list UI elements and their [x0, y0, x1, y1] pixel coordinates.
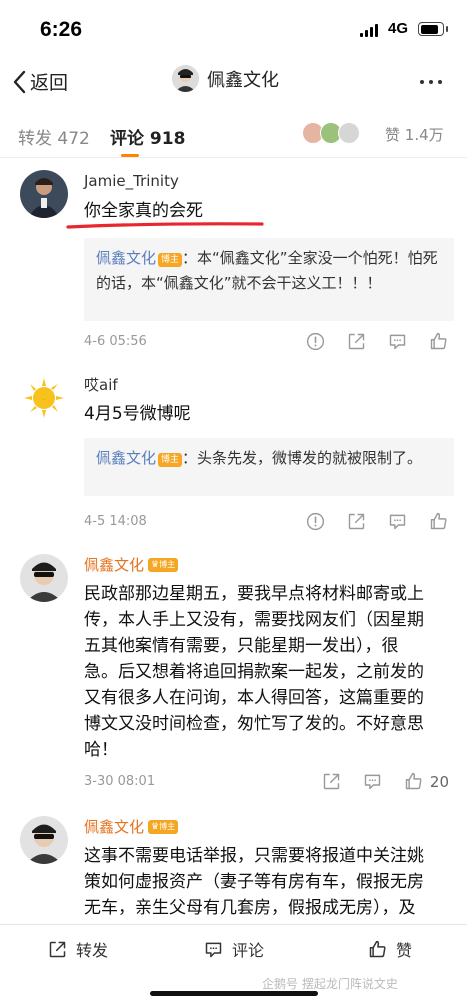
like-icon[interactable] [428, 511, 449, 532]
comment-time: 4-5 14:08 [84, 514, 147, 529]
blogger-badge: 博主 [158, 453, 183, 467]
chevron-left-icon [13, 70, 26, 93]
comment-text-line: 哈！ [84, 740, 118, 760]
comment-item: 佩鑫文化 ♛ 博主 这事不需要电话举报，只需要将报道中关注姚 策如何虚报资产（妻子等… [0, 798, 467, 924]
tab-comment-count: 918 [149, 129, 186, 149]
blogger-reply[interactable]: 佩鑫文化 博主 ：本“佩鑫文化”全家没一个怕死！怕死的话，本“佩鑫文化”就不会干这义… [84, 238, 454, 321]
tab-repost-label: 转发 [18, 129, 52, 149]
network-type: 4G [388, 20, 409, 37]
reply-author[interactable]: 佩鑫文化 [96, 249, 156, 267]
like-icon[interactable] [428, 331, 449, 352]
comment-item: 佩鑫文化 ♛ 博主 民政部那边星期五，要我早点将材料邮寄或上 传，本人手上又没有，需… [0, 538, 467, 798]
comment-icon[interactable] [387, 511, 408, 532]
comment-icon[interactable] [362, 771, 383, 792]
comment-actions: 20 [321, 771, 449, 792]
tab-likes-label: 赞 [385, 126, 401, 144]
reply-text: ：头条先发，微博发的就被限制了。 [182, 449, 423, 467]
likers-avatars[interactable] [302, 122, 360, 144]
comment-item: · 哎aif 4月5号微博呢 佩鑫文化 博主 ：头条先发，微博发的就被限制了。 4-… [0, 358, 467, 538]
comment-text-line: 民政部那边星期五，要我早点将材料邮寄或上 [84, 584, 424, 604]
avatar[interactable] [172, 65, 199, 92]
comment-author[interactable]: 哎aif [84, 374, 118, 395]
comment-text-line: 博文又没时间检查，匆忙写了发的。不好意思 [84, 714, 424, 734]
comment-author-name: 佩鑫文化 [84, 556, 145, 574]
comment-text-line: 策如何虚报资产（妻子等有房有车，假报无房 [84, 872, 424, 892]
comment-actions [305, 331, 449, 352]
comment-author[interactable]: 佩鑫文化 ♛ 博主 [84, 816, 179, 837]
battery-icon [418, 22, 448, 36]
like-label: 赞 [396, 941, 413, 960]
avatar[interactable] [20, 816, 68, 864]
like-count: 20 [429, 772, 449, 791]
nav-profile[interactable]: 佩鑫文化 [172, 65, 279, 92]
blogger-badge: ♛ 博主 [148, 819, 179, 834]
share-icon[interactable] [346, 511, 367, 532]
comment-author[interactable]: 佩鑫文化 ♛ 博主 [84, 554, 179, 575]
back-label: 返回 [30, 72, 69, 94]
blogger-reply[interactable]: 佩鑫文化 博主 ：头条先发，微博发的就被限制了。 [84, 438, 454, 496]
tab-repost-count: 472 [57, 129, 90, 149]
comment-label: 评论 [232, 941, 265, 960]
tab-repost[interactable]: 转发 472 [18, 124, 90, 149]
comment-author[interactable]: Jamie_Trinity [84, 172, 179, 190]
comment-button[interactable]: 评论 [203, 937, 264, 961]
avatar[interactable] [20, 170, 68, 218]
comment-actions [305, 511, 449, 532]
share-icon [49, 941, 66, 957]
report-icon[interactable] [305, 511, 326, 532]
comment-text-line: 又有很多人在问询，本人得回答，这篇重要的 [84, 688, 424, 708]
active-tab-indicator [121, 154, 139, 157]
comment-text-line: 无车，亲生父母有几套房，假报成无房），及 [84, 898, 416, 918]
comment-icon[interactable] [387, 331, 408, 352]
report-icon[interactable] [305, 331, 326, 352]
comment-icon [205, 942, 222, 957]
comment-text: 民政部那边星期五，要我早点将材料邮寄或上 传，本人手上又没有，需要找网友们（因星… [84, 581, 454, 763]
blogger-badge: ♛ 博主 [148, 557, 179, 572]
watermark: 企鹅号 摆起龙门阵说文史 [262, 977, 398, 991]
tab-likes-count: 1.4万 [404, 126, 444, 144]
liker-avatar [338, 122, 360, 144]
comment-item: Jamie_Trinity 你全家真的会死 佩鑫文化 博主 ：本“佩鑫文化”全家没一… [0, 158, 467, 358]
page-title: 佩鑫文化 [207, 69, 279, 91]
status-time: 6:26 [40, 18, 83, 41]
nav-bar: 返回 佩鑫文化 [0, 58, 467, 108]
comment-text-line: 传，本人手上又没有，需要找网友们（因星期 [84, 610, 424, 630]
blogger-badge: 博主 [158, 253, 183, 267]
avatar[interactable] [20, 554, 68, 602]
like-button[interactable]: 赞 [367, 937, 412, 961]
bottom-toolbar: 转发 评论 赞 企鹅号 摆起龙门阵说文史 [0, 924, 467, 1000]
like-icon[interactable] [403, 771, 424, 792]
status-bar: 6:26 4G [0, 0, 467, 58]
red-underline-mark [66, 222, 264, 229]
home-indicator[interactable] [150, 991, 318, 996]
signal-icon [360, 24, 378, 37]
share-icon[interactable] [321, 771, 342, 792]
reply-author[interactable]: 佩鑫文化 [96, 449, 156, 467]
tab-comment-label: 评论 [110, 129, 144, 149]
comment-text-line: 这事不需要电话举报，只需要将报道中关注姚 [84, 846, 424, 866]
tab-bar: 转发 472 评论 918 赞 1.4万 [0, 110, 467, 158]
share-icon[interactable] [346, 331, 367, 352]
comment-time: 3-30 08:01 [84, 774, 156, 789]
back-button[interactable]: 返回 [12, 68, 68, 95]
avatar[interactable]: · [20, 374, 68, 422]
comment-text: 4月5号微博呢 [84, 404, 191, 424]
tab-likes[interactable]: 赞 1.4万 [385, 124, 444, 145]
comment-list: Jamie_Trinity 你全家真的会死 佩鑫文化 博主 ：本“佩鑫文化”全家没一… [0, 158, 467, 924]
comment-author-name: 佩鑫文化 [84, 818, 145, 836]
like-icon [369, 940, 386, 957]
comment-text-line: 五其他案情有需要，只能星期一发出），很 [84, 636, 399, 656]
tab-comment[interactable]: 评论 918 [110, 124, 185, 149]
comment-text-line: 急。后又想着将追回捐款案一起发，之前发的 [84, 662, 424, 682]
comment-time: 4-6 05:56 [84, 334, 147, 349]
repost-label: 转发 [76, 941, 109, 960]
more-options-icon[interactable] [420, 80, 442, 84]
comment-text: 这事不需要电话举报，只需要将报道中关注姚 策如何虚报资产（妻子等有房有车，假报无… [84, 843, 454, 921]
repost-button[interactable]: 转发 [47, 937, 108, 961]
